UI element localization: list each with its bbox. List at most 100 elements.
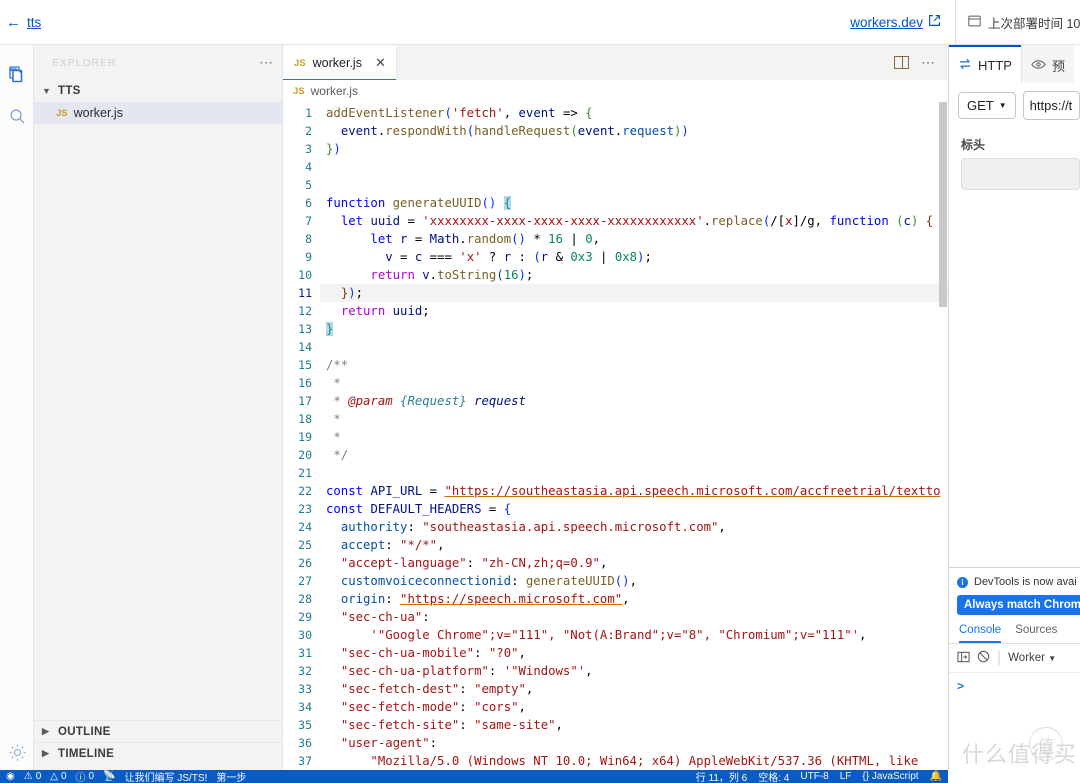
tab-sources[interactable]: Sources xyxy=(1015,624,1057,643)
code-line[interactable]: function generateUUID() { xyxy=(320,194,948,212)
code-line[interactable]: "sec-ch-ua-mobile": "?0", xyxy=(320,644,948,662)
code-line[interactable]: }) xyxy=(320,140,948,158)
status-step[interactable]: 第一步 xyxy=(216,770,246,783)
tab-worker-js[interactable]: JS worker.js ✕ xyxy=(283,45,397,80)
section-timeline[interactable]: ▶ TIMELINE xyxy=(34,742,283,764)
code-line[interactable]: "sec-ch-ua": xyxy=(320,608,948,626)
line-number: 25 xyxy=(283,536,312,554)
code-line[interactable]: let r = Math.random() * 16 | 0, xyxy=(320,230,948,248)
file-worker-js[interactable]: JS worker.js xyxy=(34,102,282,124)
code-line[interactable]: /** xyxy=(320,356,948,374)
console-context-select[interactable]: Worker ▼ xyxy=(1008,652,1056,664)
tab-http[interactable]: HTTP xyxy=(949,45,1021,83)
status-errors[interactable]: ⚠0 xyxy=(24,771,42,782)
bell-icon[interactable]: 🔔 xyxy=(930,771,942,782)
line-number: 34 xyxy=(283,698,312,716)
status-eol[interactable]: LF xyxy=(840,771,852,782)
code-line[interactable]: customvoiceconnectionid: generateUUID(), xyxy=(320,572,948,590)
code-line[interactable]: "sec-fetch-mode": "cors", xyxy=(320,698,948,716)
files-explorer-icon[interactable] xyxy=(0,53,34,95)
code-line[interactable]: let uuid = 'xxxxxxxx-xxxx-xxxx-xxxx-xxxx… xyxy=(320,212,948,230)
code-line[interactable]: "sec-fetch-dest": "empty", xyxy=(320,680,948,698)
code-line[interactable]: return v.toString(16); xyxy=(320,266,948,284)
code-line[interactable]: "Mozilla/5.0 (Windows NT 10.0; Win64; x6… xyxy=(320,752,948,770)
line-number: 16 xyxy=(283,374,312,392)
http-method-select[interactable]: GET ▼ xyxy=(958,92,1016,119)
line-number: 17 xyxy=(283,392,312,410)
workers-dev-link[interactable]: workers.dev xyxy=(850,14,955,30)
ellipsis-icon[interactable]: ⋯ xyxy=(921,54,936,71)
code-line[interactable]: }); xyxy=(320,284,948,302)
code-line[interactable] xyxy=(320,338,948,356)
status-indentation[interactable]: 空格: 4 xyxy=(758,770,789,783)
console-sidebar-icon[interactable] xyxy=(957,651,970,666)
code-line[interactable]: v = c === 'x' ? r : (r & 0x3 | 0x8); xyxy=(320,248,948,266)
code-line[interactable]: "sec-fetch-site": "same-site", xyxy=(320,716,948,734)
back-to-tts-link[interactable]: ← tts xyxy=(6,14,41,31)
line-number: 28 xyxy=(283,590,312,608)
code-line[interactable]: const DEFAULT_HEADERS = { xyxy=(320,500,948,518)
headers-input[interactable] xyxy=(961,158,1080,190)
code-line[interactable]: * xyxy=(320,428,948,446)
line-number: 8 xyxy=(283,230,312,248)
editor-tabbar: JS worker.js ✕ ⋯ xyxy=(283,45,948,80)
code-line[interactable]: "sec-ch-ua-platform": '"Windows"', xyxy=(320,662,948,680)
search-icon[interactable] xyxy=(0,95,34,137)
code-line[interactable]: origin: "https://speech.microsoft.com", xyxy=(320,590,948,608)
code-content[interactable]: addEventListener('fetch', event => { eve… xyxy=(320,102,948,783)
editor-area: JS worker.js ✕ ⋯ JS worker.js 1234567891… xyxy=(283,45,948,783)
code-line[interactable]: "accept-language": "zh-CN,zh;q=0.9", xyxy=(320,554,948,572)
editor-breadcrumb[interactable]: JS worker.js xyxy=(283,80,948,102)
code-line[interactable]: '"Google Chrome";v="111", "Not(A:Brand";… xyxy=(320,626,948,644)
watermark-text: 什么值得买 xyxy=(962,737,1077,769)
code-line[interactable]: "user-agent": xyxy=(320,734,948,752)
scrollbar-thumb[interactable] xyxy=(939,102,947,307)
request-url-input[interactable]: https://t xyxy=(1023,91,1080,120)
code-line[interactable]: } xyxy=(320,320,948,338)
code-line[interactable]: authority: "southeastasia.api.speech.mic… xyxy=(320,518,948,536)
code-line[interactable]: event.respondWith(handleRequest(event.re… xyxy=(320,122,948,140)
js-file-icon: JS xyxy=(293,86,305,97)
line-number: 11 xyxy=(283,284,312,302)
gear-icon[interactable] xyxy=(0,731,34,773)
code-line[interactable]: */ xyxy=(320,446,948,464)
console-prompt[interactable]: > xyxy=(949,673,1080,693)
folder-tts[interactable]: ▼ TTS xyxy=(34,80,282,102)
close-icon[interactable]: ✕ xyxy=(375,55,386,71)
status-tip[interactable]: 让我们编写 JS/TS! xyxy=(125,770,208,783)
tab-preview-label: 预 xyxy=(1052,56,1065,75)
status-radio-tower-icon[interactable]: 📡 xyxy=(103,771,115,782)
vscode-embed: EXPLORER ⋯ ▼ TTS JS worker.js ▶ OUTLINE … xyxy=(0,45,948,783)
status-language-mode[interactable]: {} JavaScript xyxy=(862,771,918,782)
clear-console-icon[interactable] xyxy=(977,650,990,666)
status-warnings[interactable]: △0 xyxy=(50,771,66,782)
tab-console[interactable]: Console xyxy=(959,624,1001,643)
status-infos[interactable]: ⓘ0 xyxy=(76,770,95,783)
split-editor-icon[interactable] xyxy=(894,56,909,69)
chevron-down-icon: ▼ xyxy=(42,86,54,96)
http-arrows-icon xyxy=(958,58,972,73)
code-line[interactable] xyxy=(320,176,948,194)
http-method-value: GET xyxy=(967,98,994,113)
code-line[interactable] xyxy=(320,464,948,482)
section-outline[interactable]: ▶ OUTLINE xyxy=(34,720,283,742)
tab-preview[interactable]: 预 xyxy=(1021,45,1074,83)
code-line[interactable]: const API_URL = "https://southeastasia.a… xyxy=(320,482,948,500)
always-match-chrome-button[interactable]: Always match Chrome's xyxy=(957,595,1080,615)
code-line[interactable]: accept: "*/*", xyxy=(320,536,948,554)
right-panel-tabs: HTTP 预 xyxy=(949,45,1080,83)
eye-icon xyxy=(1031,58,1046,73)
status-remote-icon[interactable]: ◉ xyxy=(6,771,15,782)
status-cursor-position[interactable]: 行 11，列 6 xyxy=(696,770,748,783)
code-line[interactable] xyxy=(320,158,948,176)
line-number: 6 xyxy=(283,194,312,212)
ellipsis-icon[interactable]: ⋯ xyxy=(259,54,274,71)
editor-vertical-scrollbar[interactable] xyxy=(938,102,948,783)
code-editor[interactable]: 1234567891011121314151617181920212223242… xyxy=(283,102,948,783)
code-line[interactable]: return uuid; xyxy=(320,302,948,320)
code-line[interactable]: * xyxy=(320,374,948,392)
status-encoding[interactable]: UTF-8 xyxy=(800,771,828,782)
code-line[interactable]: * @param {Request} request xyxy=(320,392,948,410)
code-line[interactable]: * xyxy=(320,410,948,428)
code-line[interactable]: addEventListener('fetch', event => { xyxy=(320,104,948,122)
